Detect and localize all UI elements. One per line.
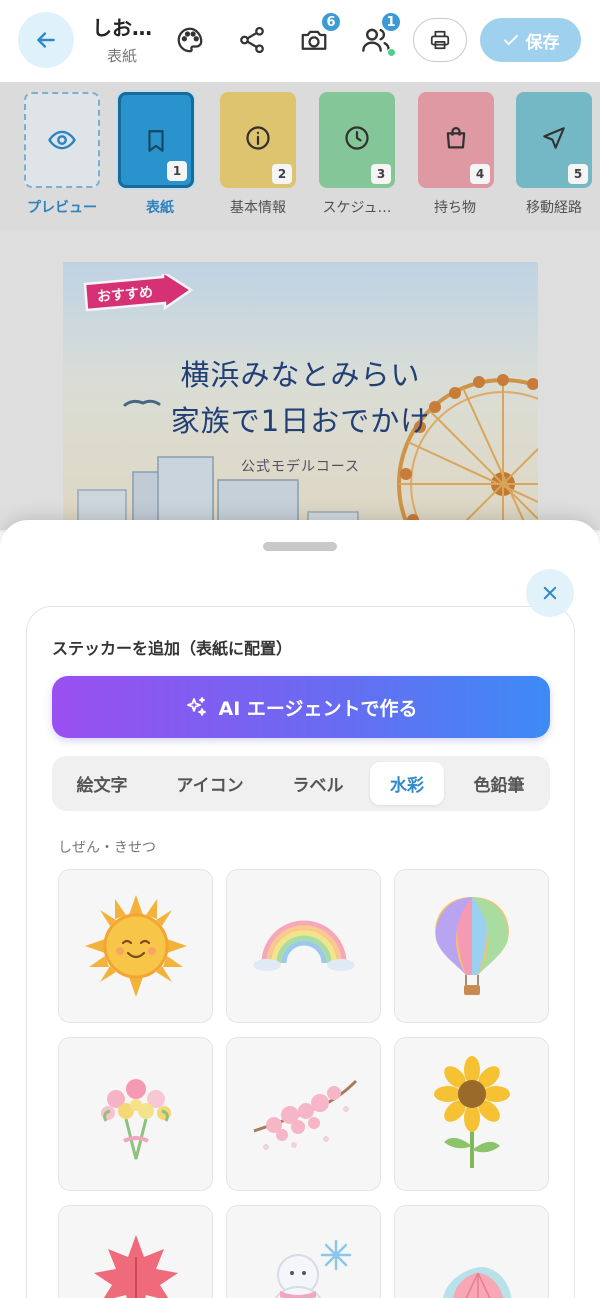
arrow-left-icon xyxy=(37,32,55,48)
category-label: しぜん・きせつ xyxy=(58,840,156,856)
palette-icon xyxy=(177,27,203,53)
seashell-sticker[interactable] xyxy=(394,1205,549,1298)
app-header: しお… 表紙 6 1 保存 xyxy=(0,0,600,82)
page-title: しお… xyxy=(92,16,152,40)
hot-air-balloon-sticker[interactable] xyxy=(394,869,549,1023)
cover-subtitle: 公式モデルコース xyxy=(240,459,361,475)
tab-schedule-label: スケジュ… xyxy=(322,200,392,216)
maple-leaf-sticker-image xyxy=(93,1235,178,1298)
segment-label[interactable]: ラベル xyxy=(272,762,364,805)
hot-air-balloon-sticker-image xyxy=(434,897,509,995)
sticker-bottom-sheet: ステッカーを追加（表紙に配置） AI エージェントで作る 絵文字 アイコン ラベ… xyxy=(0,520,600,1298)
tab-basic-info-number: 2 xyxy=(272,164,292,184)
sticker-panel: ステッカーを追加（表紙に配置） AI エージェントで作る 絵文字 アイコン ラベ… xyxy=(26,606,575,1298)
printer-icon xyxy=(430,30,450,50)
check-icon xyxy=(503,34,518,46)
bookmark-icon xyxy=(148,130,164,152)
cherry-blossom-sticker[interactable] xyxy=(226,1037,381,1191)
sticker-style-segmented-control: 絵文字 アイコン ラベル 水彩 色鉛筆 xyxy=(52,756,550,811)
tab-cover-number: 1 xyxy=(167,161,187,181)
save-button[interactable]: 保存 xyxy=(480,18,581,62)
back-button[interactable] xyxy=(18,12,74,68)
rainbow-sticker-image xyxy=(252,920,355,971)
panel-title: ステッカーを追加（表紙に配置） xyxy=(52,639,293,658)
tab-preview[interactable] xyxy=(24,92,100,188)
camera-count-badge: 6 xyxy=(320,11,342,33)
flower-bouquet-sticker[interactable] xyxy=(58,1037,213,1191)
sunflower-sticker-image xyxy=(433,1056,510,1168)
snowman-sticker-image xyxy=(274,1239,351,1298)
tab-schedule-number: 3 xyxy=(371,164,391,184)
ai-agent-button-label: AI エージェントで作る xyxy=(218,697,418,720)
sheet-drag-handle[interactable] xyxy=(263,542,337,551)
recommended-badge: おすすめ xyxy=(83,269,194,314)
close-icon xyxy=(543,586,557,600)
sunflower-sticker[interactable] xyxy=(394,1037,549,1191)
palette-button[interactable] xyxy=(170,20,210,60)
tab-preview-label: プレビュー xyxy=(27,200,97,216)
info-icon xyxy=(246,126,270,150)
snowman-sticker[interactable] xyxy=(226,1205,381,1298)
print-button[interactable] xyxy=(413,18,467,62)
segment-watercolor[interactable]: 水彩 xyxy=(370,762,444,805)
tab-basic-info[interactable]: 2 xyxy=(220,92,296,188)
online-status-dot xyxy=(387,48,396,57)
cover-canvas: おすすめ 横浜みなとみらい 家族で1日おでかけ 公式モデルコース xyxy=(0,230,600,530)
tab-route-label: 移動経路 xyxy=(526,200,582,216)
cherry-blossom-sticker-image xyxy=(253,1079,358,1150)
title-area: しお… 表紙 xyxy=(86,12,158,66)
section-tab-bar: プレビュー 1 表紙 2 基本情報 3 スケジュ… 4 持ち物 5 移動経路 xyxy=(0,82,600,230)
share-icon xyxy=(240,26,264,54)
flower-bouquet-sticker-image xyxy=(100,1079,171,1160)
tab-belongings-label: 持ち物 xyxy=(434,200,476,216)
cover-title-line2: 家族で1日おでかけ xyxy=(170,404,431,438)
share-button[interactable] xyxy=(232,20,272,60)
bag-icon xyxy=(446,126,466,149)
cover-page[interactable]: おすすめ 横浜みなとみらい 家族で1日おでかけ 公式モデルコース xyxy=(63,262,538,530)
eye-icon xyxy=(48,130,76,150)
page-subtitle: 表紙 xyxy=(106,47,137,65)
maple-leaf-sticker[interactable] xyxy=(58,1205,213,1298)
sun-sticker[interactable] xyxy=(58,869,213,1023)
members-button[interactable]: 1 xyxy=(356,11,402,60)
tab-cover-label: 表紙 xyxy=(146,200,174,216)
clock-icon xyxy=(345,126,369,150)
segment-emoji[interactable]: 絵文字 xyxy=(58,762,146,805)
tab-route[interactable]: 5 xyxy=(516,92,592,188)
tab-belongings-number: 4 xyxy=(470,164,490,184)
members-count-badge: 1 xyxy=(380,11,402,33)
tab-cover[interactable]: 1 xyxy=(118,92,194,188)
tab-route-number: 5 xyxy=(568,164,588,184)
seashell-sticker-image xyxy=(442,1267,511,1298)
segment-icon[interactable]: アイコン xyxy=(160,762,260,805)
save-button-label: 保存 xyxy=(525,32,560,53)
camera-button[interactable]: 6 xyxy=(294,11,342,60)
rainbow-sticker[interactable] xyxy=(226,869,381,1023)
cover-title-line1: 横浜みなとみらい xyxy=(180,358,421,392)
tab-belongings[interactable]: 4 xyxy=(418,92,494,188)
sun-sticker-image xyxy=(84,895,187,997)
tab-basic-info-label: 基本情報 xyxy=(230,200,286,216)
navigation-icon xyxy=(543,127,565,149)
tab-schedule[interactable]: 3 xyxy=(319,92,395,188)
segment-colored-pencil[interactable]: 色鉛筆 xyxy=(454,762,544,805)
ai-agent-button[interactable]: AI エージェントで作る xyxy=(52,676,550,738)
close-button[interactable] xyxy=(526,569,574,617)
sparkles-icon xyxy=(187,697,207,716)
